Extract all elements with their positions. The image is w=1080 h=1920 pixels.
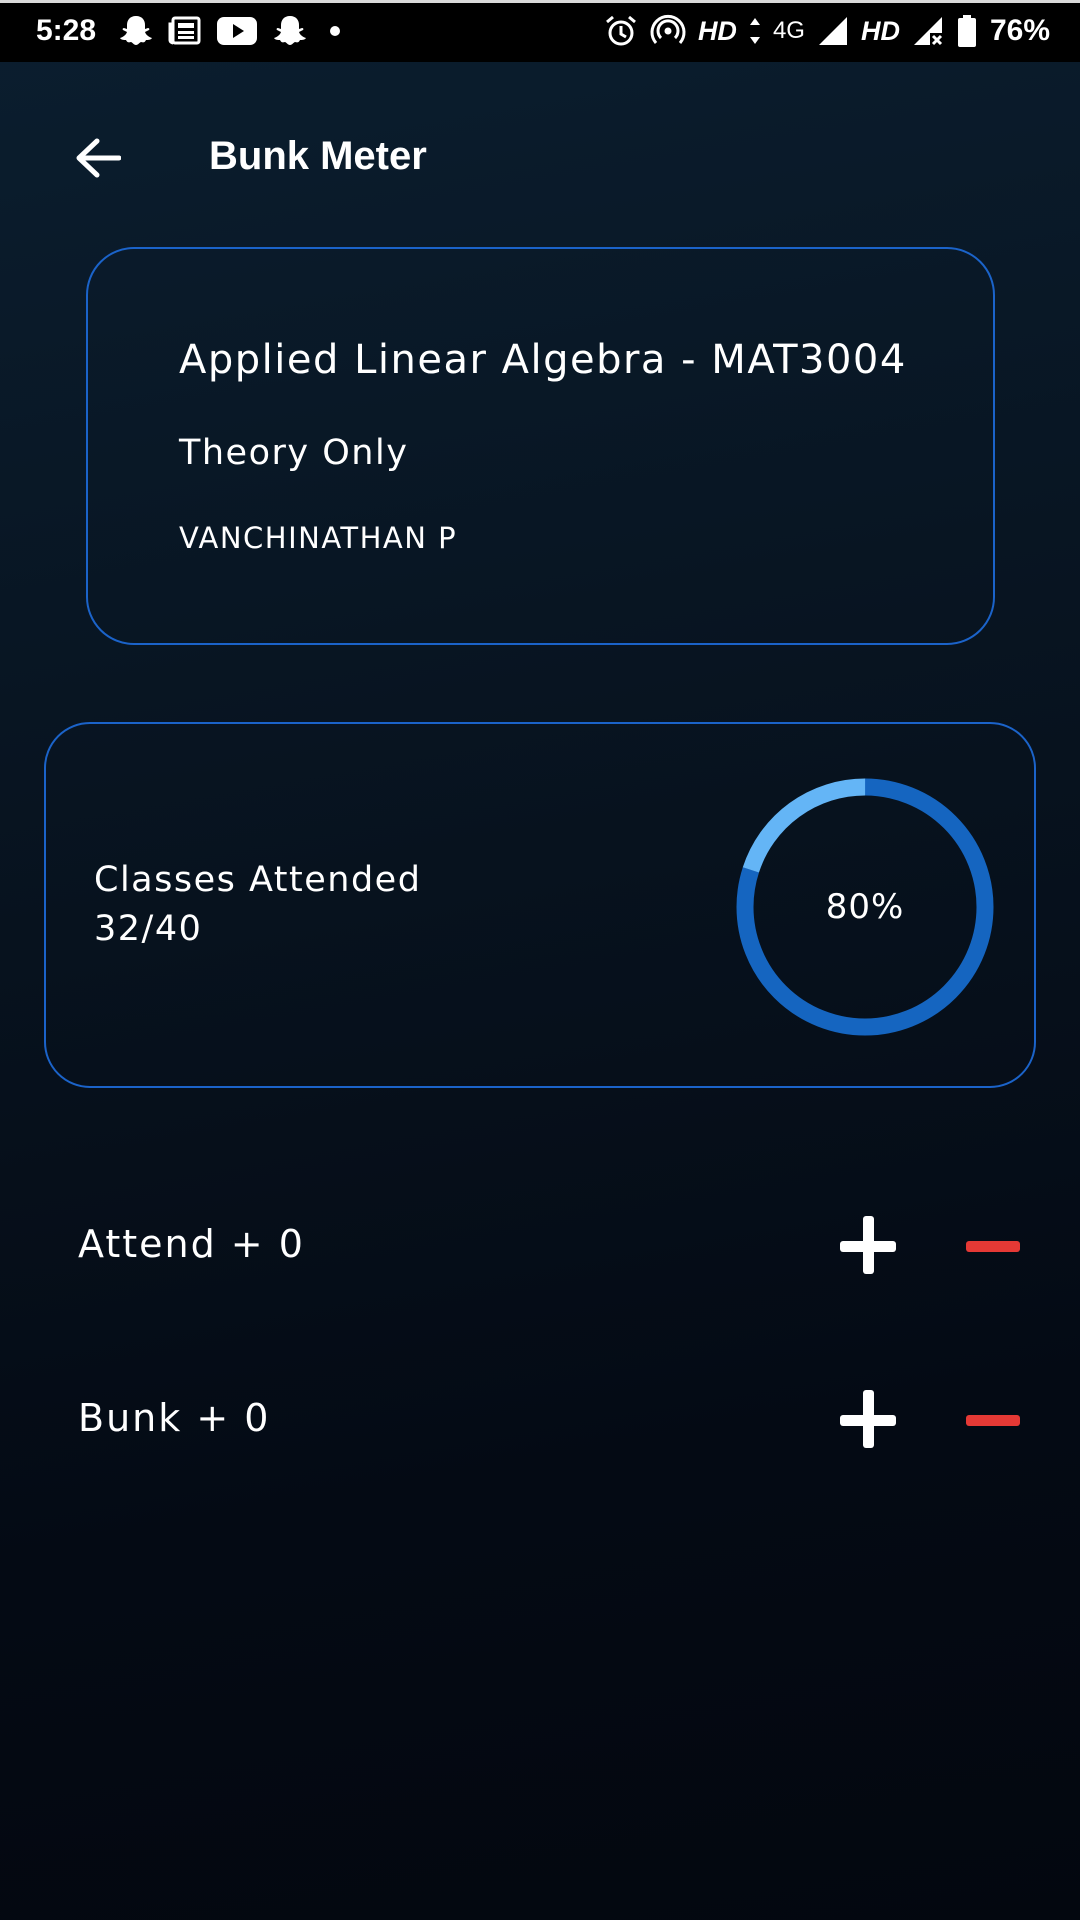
attendance-progress-ring: 80% xyxy=(734,776,996,1038)
back-button[interactable] xyxy=(66,130,130,186)
attendance-card: Classes Attended 32/40 80% xyxy=(44,722,1036,1088)
arrow-left-icon xyxy=(76,138,121,178)
bunk-counter-row: Bunk + 0 xyxy=(78,1380,1038,1460)
data-arrows-icon xyxy=(749,18,760,44)
attend-plus-icon[interactable] xyxy=(840,1216,902,1278)
course-name: Applied Linear Algebra - MAT3004 xyxy=(179,337,907,383)
classes-attended-count: 32/40 xyxy=(94,909,203,949)
hd-label-2: HD xyxy=(860,15,900,46)
classes-attended-label: Classes Attended xyxy=(94,860,422,900)
hd-label: HD xyxy=(697,15,737,46)
attendance-percent: 80% xyxy=(825,887,905,927)
alarm-icon xyxy=(605,15,636,46)
attend-minus-icon[interactable] xyxy=(964,1216,1024,1278)
course-card: Applied Linear Algebra - MAT3004 Theory … xyxy=(86,247,995,645)
youtube-icon xyxy=(217,17,258,45)
battery-percent: 76% xyxy=(989,14,1050,47)
status-time: 5:28 xyxy=(36,14,97,47)
bunk-plus-icon[interactable] xyxy=(840,1390,902,1452)
attend-counter-row: Attend + 0 xyxy=(78,1206,1038,1286)
dot-icon xyxy=(330,26,341,36)
course-type: Theory Only xyxy=(179,433,409,473)
snapchat-icon xyxy=(274,16,307,45)
signal-no-data-icon xyxy=(913,17,943,46)
attend-counter-label: Attend + 0 xyxy=(78,1222,305,1266)
snapchat-icon xyxy=(120,16,153,45)
news-icon xyxy=(168,16,201,45)
signal-icon xyxy=(818,17,847,45)
bunk-minus-icon[interactable] xyxy=(964,1390,1024,1452)
page-title: Bunk Meter xyxy=(209,134,427,178)
bunk-counter-label: Bunk + 0 xyxy=(78,1396,271,1440)
battery-icon xyxy=(957,15,976,47)
network-type: 4G xyxy=(772,17,805,44)
course-faculty: VANCHINATHAN P xyxy=(179,521,458,555)
status-bar: 5:28 HD 4G HD 76% xyxy=(0,0,1080,62)
hotspot-icon xyxy=(650,14,686,44)
